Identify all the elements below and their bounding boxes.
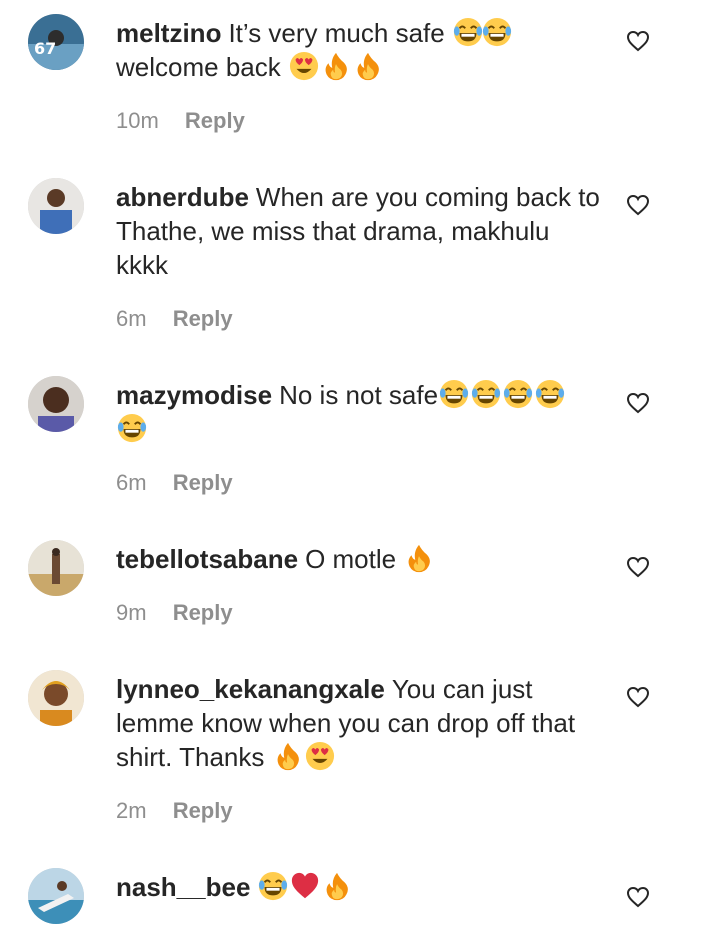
comment-username[interactable]: nash__bee xyxy=(116,872,250,902)
laugh-icon xyxy=(258,871,288,901)
comment-time: 2m xyxy=(116,798,147,823)
reply-button[interactable]: Reply xyxy=(173,306,233,331)
reply-button[interactable]: Reply xyxy=(173,798,233,823)
comment-username[interactable]: meltzino xyxy=(116,18,221,48)
comment-text: No is not safe xyxy=(279,380,439,410)
heart-outline-icon[interactable] xyxy=(626,686,650,708)
comment-body: meltzino It’s very much safe welcome back xyxy=(116,16,606,84)
avatar[interactable] xyxy=(28,376,84,432)
avatar[interactable] xyxy=(28,178,84,234)
heart-eyes-icon xyxy=(289,51,319,81)
laugh-icon xyxy=(482,17,512,47)
comment-meta: 9m Reply xyxy=(116,600,233,626)
comment-meta: 2m Reply xyxy=(116,798,233,824)
comment-body: lynneo_kekanangxale You can just lemme kn… xyxy=(116,672,606,774)
comment-time: 6m xyxy=(116,306,147,331)
laugh-icon xyxy=(471,379,501,409)
comment-username[interactable]: mazymodise xyxy=(116,380,272,410)
avatar[interactable]: 67 xyxy=(28,14,84,70)
comment-meta: 6m Reply xyxy=(116,470,233,496)
fire-icon xyxy=(322,871,352,901)
comment-text-line2: welcome back xyxy=(116,52,281,82)
comment-text: O motle xyxy=(305,544,397,574)
comment-time: 10m xyxy=(116,108,159,133)
heart-outline-icon[interactable] xyxy=(626,392,650,414)
comment-username[interactable]: tebellotsabane xyxy=(116,544,298,574)
comment-text: It’s very much safe xyxy=(228,18,445,48)
avatar[interactable] xyxy=(28,868,84,924)
comment-username[interactable]: abnerdube xyxy=(116,182,249,212)
heart-outline-icon[interactable] xyxy=(626,30,650,52)
comment-body: nash__bee xyxy=(116,870,606,904)
heart-outline-icon[interactable] xyxy=(626,556,650,578)
laugh-icon xyxy=(453,17,483,47)
reply-button[interactable]: Reply xyxy=(185,108,245,133)
avatar[interactable] xyxy=(28,540,84,596)
avatar[interactable] xyxy=(28,670,84,726)
fire-icon xyxy=(321,51,351,81)
comment-meta: 10m Reply xyxy=(116,108,245,134)
reply-button[interactable]: Reply xyxy=(173,600,233,625)
comment-username[interactable]: lynneo_kekanangxale xyxy=(116,674,385,704)
comment-body: mazymodise No is not safe xyxy=(116,378,606,446)
laugh-icon xyxy=(439,379,469,409)
red-heart-icon xyxy=(290,871,320,901)
heart-eyes-icon xyxy=(305,741,335,771)
fire-icon xyxy=(353,51,383,81)
heart-outline-icon[interactable] xyxy=(626,194,650,216)
reply-button[interactable]: Reply xyxy=(173,470,233,495)
comment-time: 6m xyxy=(116,470,147,495)
laugh-icon xyxy=(535,379,565,409)
heart-outline-icon[interactable] xyxy=(626,886,650,908)
comment-meta: 6m Reply xyxy=(116,306,233,332)
comment-body: abnerdube When are you coming back to Tha… xyxy=(116,180,606,282)
comment-body: tebellotsabane O motle xyxy=(116,542,606,576)
laugh-icon xyxy=(503,379,533,409)
fire-icon xyxy=(273,741,303,771)
svg-text:67: 67 xyxy=(34,39,56,58)
fire-icon xyxy=(404,543,434,573)
laugh-icon xyxy=(117,413,147,443)
comment-time: 9m xyxy=(116,600,147,625)
